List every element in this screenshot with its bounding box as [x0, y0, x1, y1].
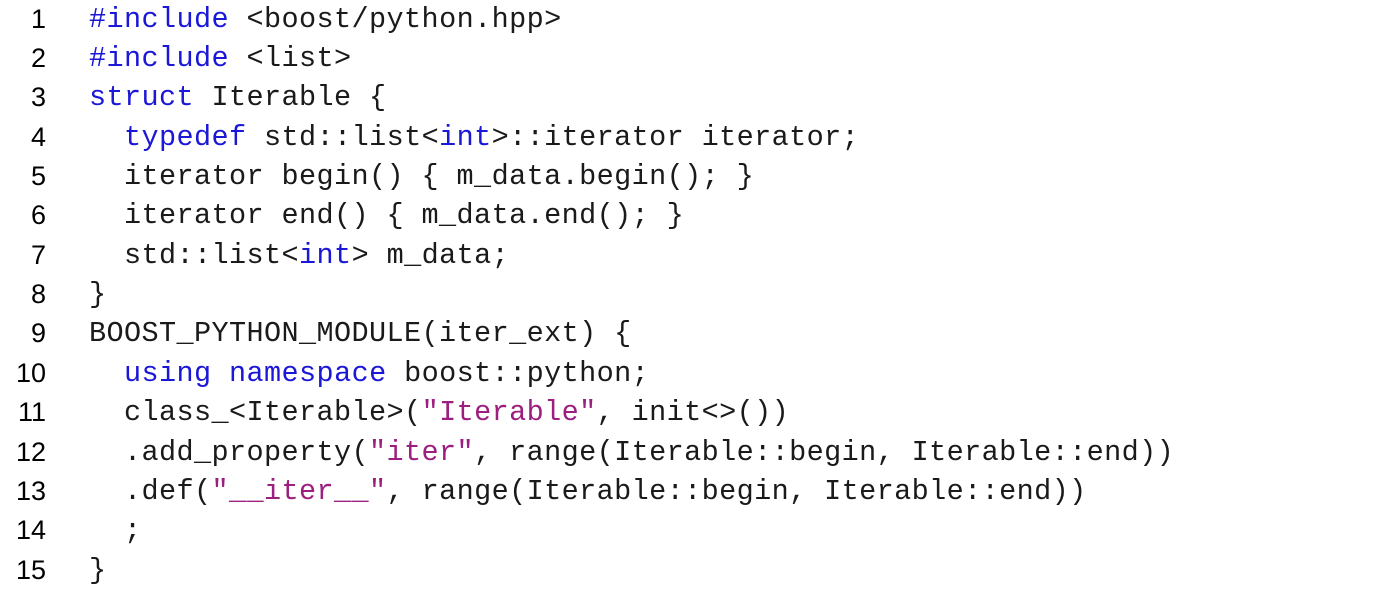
code-token: >::iterator iterator; — [491, 121, 860, 154]
keyword-token: #include — [89, 42, 230, 75]
code-text: typedef std::list<int>::iterator iterato… — [89, 118, 859, 157]
code-text: #include <list> — [89, 39, 352, 78]
line-number: 13 — [15, 476, 46, 506]
keyword-token: int — [439, 121, 492, 154]
string-literal-token: "__iter__" — [211, 475, 387, 508]
code-token: , range(Iterable::begin, Iterable::end)) — [386, 475, 1087, 508]
code-token: , range(Iterable::begin, Iterable::end)) — [474, 436, 1175, 469]
line-number: 6 — [30, 200, 46, 230]
line-number: 10 — [15, 358, 46, 388]
line-number: 12 — [15, 437, 46, 467]
code-line: 7 std::list<int> m_data; — [0, 236, 1400, 275]
code-line: 5 iterator begin() { m_data.begin(); } — [0, 157, 1400, 196]
code-line: 3 struct Iterable { — [0, 78, 1400, 117]
code-text: class_<Iterable>("Iterable", init<>()) — [89, 393, 789, 432]
keyword-token: #include — [89, 3, 230, 36]
code-text: struct Iterable { — [89, 78, 387, 117]
code-line: 4 typedef std::list<int>::iterator itera… — [0, 118, 1400, 157]
line-number: 11 — [17, 397, 46, 427]
code-text: BOOST_PYTHON_MODULE(iter_ext) { — [89, 314, 632, 353]
line-number: 9 — [30, 318, 46, 348]
line-number: 5 — [30, 161, 46, 191]
line-number: 2 — [30, 43, 46, 73]
code-text: .add_property("iter", range(Iterable::be… — [89, 433, 1174, 472]
code-token: class_<Iterable>( — [89, 396, 422, 429]
code-line: 12 .add_property("iter", range(Iterable:… — [0, 433, 1400, 472]
code-line: 10 using namespace boost::python; — [0, 354, 1400, 393]
code-line: 11 class_<Iterable>("Iterable", init<>()… — [0, 393, 1400, 432]
code-token: , init<>()) — [596, 396, 790, 429]
line-number: 1 — [30, 4, 46, 34]
string-literal-token: "Iterable" — [421, 396, 597, 429]
line-number: 8 — [30, 279, 46, 309]
code-token: <boost/python.hpp> — [229, 3, 562, 36]
code-token: boost::python; — [386, 357, 650, 390]
line-number: 4 — [30, 122, 46, 152]
code-token: iterator end() { m_data.end(); } — [89, 199, 685, 232]
code-line: 15} — [0, 551, 1400, 590]
code-token: std::list< — [246, 121, 440, 154]
string-literal-token: "iter" — [369, 436, 475, 469]
code-text: iterator end() { m_data.end(); } — [89, 196, 684, 235]
code-token: <list> — [229, 42, 352, 75]
code-line: 9 BOOST_PYTHON_MODULE(iter_ext) { — [0, 314, 1400, 353]
code-token: } — [89, 278, 107, 311]
code-listing: 1 #include <boost/python.hpp> 2 #include <l… — [0, 0, 1400, 592]
code-token: ; — [89, 514, 142, 547]
code-token: BOOST_PYTHON_MODULE(iter_ext) { — [89, 317, 632, 350]
code-token: std::list< — [89, 239, 300, 272]
keyword-token: struct — [89, 81, 195, 114]
keyword-token: int — [299, 239, 352, 272]
code-text: #include <boost/python.hpp> — [89, 0, 562, 39]
line-number: 15 — [15, 555, 46, 585]
line-number: 7 — [30, 240, 46, 270]
code-text: } — [89, 275, 107, 314]
line-number: 3 — [30, 82, 46, 112]
keyword-token: using — [124, 357, 212, 390]
code-text: } — [89, 551, 107, 590]
line-number: 14 — [15, 515, 46, 545]
code-token: .add_property( — [89, 436, 370, 469]
code-text: .def("__iter__", range(Iterable::begin, … — [89, 472, 1087, 511]
code-text: std::list<int> m_data; — [89, 236, 509, 275]
code-text: ; — [89, 511, 142, 550]
code-token: } — [89, 554, 107, 587]
code-line: 13 .def("__iter__", range(Iterable::begi… — [0, 472, 1400, 511]
code-text: iterator begin() { m_data.begin(); } — [89, 157, 754, 196]
code-text: using namespace boost::python; — [89, 354, 649, 393]
code-token: > m_data; — [351, 239, 510, 272]
code-token: Iterable { — [194, 81, 387, 114]
code-line: 8} — [0, 275, 1400, 314]
code-line: 2 #include <list> — [0, 39, 1400, 78]
code-token: iterator begin() { m_data.begin(); } — [89, 160, 755, 193]
keyword-token: typedef — [124, 121, 247, 154]
code-line: 6 iterator end() { m_data.end(); } — [0, 196, 1400, 235]
code-line: 14 ; — [0, 511, 1400, 550]
keyword-token: namespace — [229, 357, 387, 390]
code-token: .def( — [89, 475, 212, 508]
code-line: 1 #include <boost/python.hpp> — [0, 0, 1400, 39]
